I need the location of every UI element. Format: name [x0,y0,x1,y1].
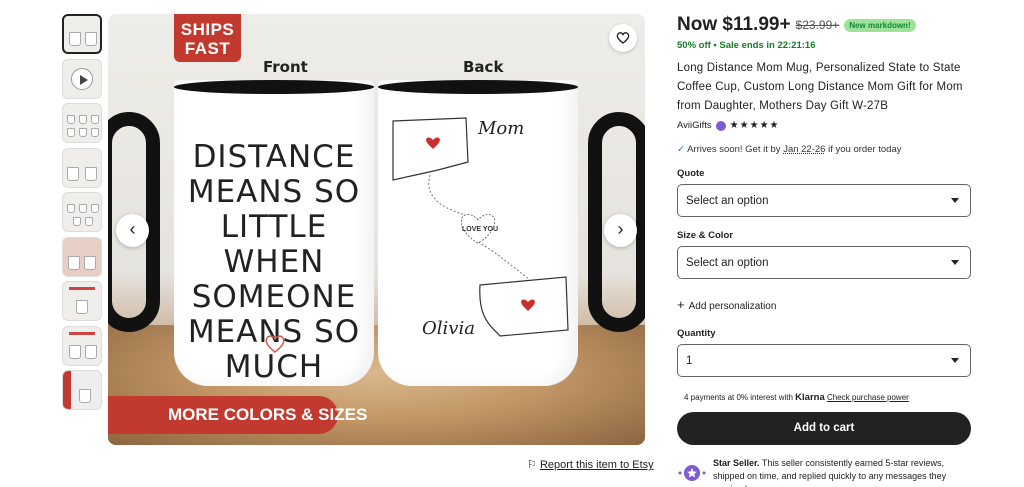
chevron-right-icon: › [617,219,624,239]
quote-select-value: Select an option [686,194,769,207]
back-label: Back [463,58,504,76]
purchase-panel: Now $11.99+ $23.99+ New markdown! 50% of… [677,14,971,487]
thumbnail-1[interactable] [62,14,102,54]
quote-select[interactable]: Select an option [677,184,971,217]
star-seller-info: Star Seller. This seller consistently ea… [677,457,971,487]
add-personalization-label: Add personalization [688,301,777,312]
delivery-dates[interactable]: Jan 22-26 [783,144,825,155]
add-to-cart-button[interactable]: Add to cart [677,412,971,445]
star-seller-title: Star Seller. [713,458,760,468]
add-personalization-button[interactable]: + Add personalization [677,297,971,312]
rating-stars[interactable]: ★★★★★ [730,120,780,131]
chevron-left-icon: ‹ [129,219,136,239]
more-colors-banner: MORE COLORS & SIZES [108,396,367,434]
product-title: Long Distance Mom Mug, Personalized Stat… [677,62,963,112]
thumbnail-video[interactable] [62,58,102,99]
prev-image-button[interactable]: ‹ [116,214,149,247]
caret-down-icon [951,358,959,363]
thumbnail-7[interactable] [62,281,102,321]
quantity-select[interactable]: 1 [677,344,971,377]
size-color-select[interactable]: Select an option [677,246,971,279]
heart-icon [265,335,285,353]
shop-row: AviiGifts ★★★★★ [677,120,971,131]
front-mug: DISTANCE MEANS SO LITTLE WHEN SOMEONE ME… [174,80,374,386]
thumbnail-3[interactable] [62,103,102,143]
klarna-info: 4 payments at 0% interest with Klarna Ch… [677,392,971,403]
caret-down-icon [951,260,959,265]
check-purchase-power-link[interactable]: Check purchase power [827,393,909,402]
klarna-prefix: 4 payments at 0% interest with [684,393,796,402]
front-label: Front [263,58,308,76]
current-price: Now $11.99+ [677,14,791,35]
ships-fast-text: SHIPS FAST [180,20,235,58]
size-color-select-value: Select an option [686,256,769,269]
play-icon [71,67,93,90]
sale-info: 50% off • Sale ends in 22:21:16 [677,40,816,51]
thumbnail-strip [62,14,104,415]
price-row: Now $11.99+ $23.99+ New markdown! [677,14,971,36]
olivia-script-text: Olivia [422,318,475,339]
quantity-select-value: 1 [686,354,693,367]
thumbnail-4[interactable] [62,147,102,188]
thumbnail-6[interactable] [62,236,102,277]
thumbnail-5[interactable] [62,192,102,232]
next-image-button[interactable]: › [604,214,637,247]
star-seller-icon [677,463,707,487]
plus-icon: + [677,297,685,312]
flag-icon: ⚐ [527,459,537,471]
check-icon: ✓ [677,144,685,155]
star-seller-badge-icon [715,120,726,131]
delivery-suffix: if you order today [825,144,902,155]
back-mug: Mom LOVE YOU Olivia [378,80,578,386]
heart-outline-icon [616,32,630,44]
quote-label: Quote [677,168,705,179]
caret-down-icon [951,198,959,203]
size-color-label: Size & Color [677,230,733,241]
favorite-button[interactable] [609,24,637,52]
main-product-image: DISTANCE MEANS SO LITTLE WHEN SOMEONE ME… [108,14,645,445]
delivery-estimate: ✓ Arrives soon! Get it by Jan 22-26 if y… [677,144,971,155]
thumbnail-9[interactable] [62,370,102,410]
original-price: $23.99+ [795,18,840,32]
mom-script-text: Mom [478,118,525,139]
ships-fast-badge: SHIPS FAST [174,14,241,62]
star-seller-text: Star Seller. This seller consistently ea… [713,457,971,487]
report-label: Report this item to Etsy [539,459,654,471]
thumbnail-8[interactable] [62,325,102,366]
love-you-text: LOVE YOU [462,226,499,233]
report-link[interactable]: ⚐ Report this item to Etsy [527,458,654,471]
delivery-prefix: Arrives soon! Get it by [687,144,784,155]
markdown-badge: New markdown! [844,18,916,32]
klarna-logo: Klarna [795,392,825,403]
shop-name[interactable]: AviiGifts [677,120,712,131]
quantity-label: Quantity [677,328,716,339]
